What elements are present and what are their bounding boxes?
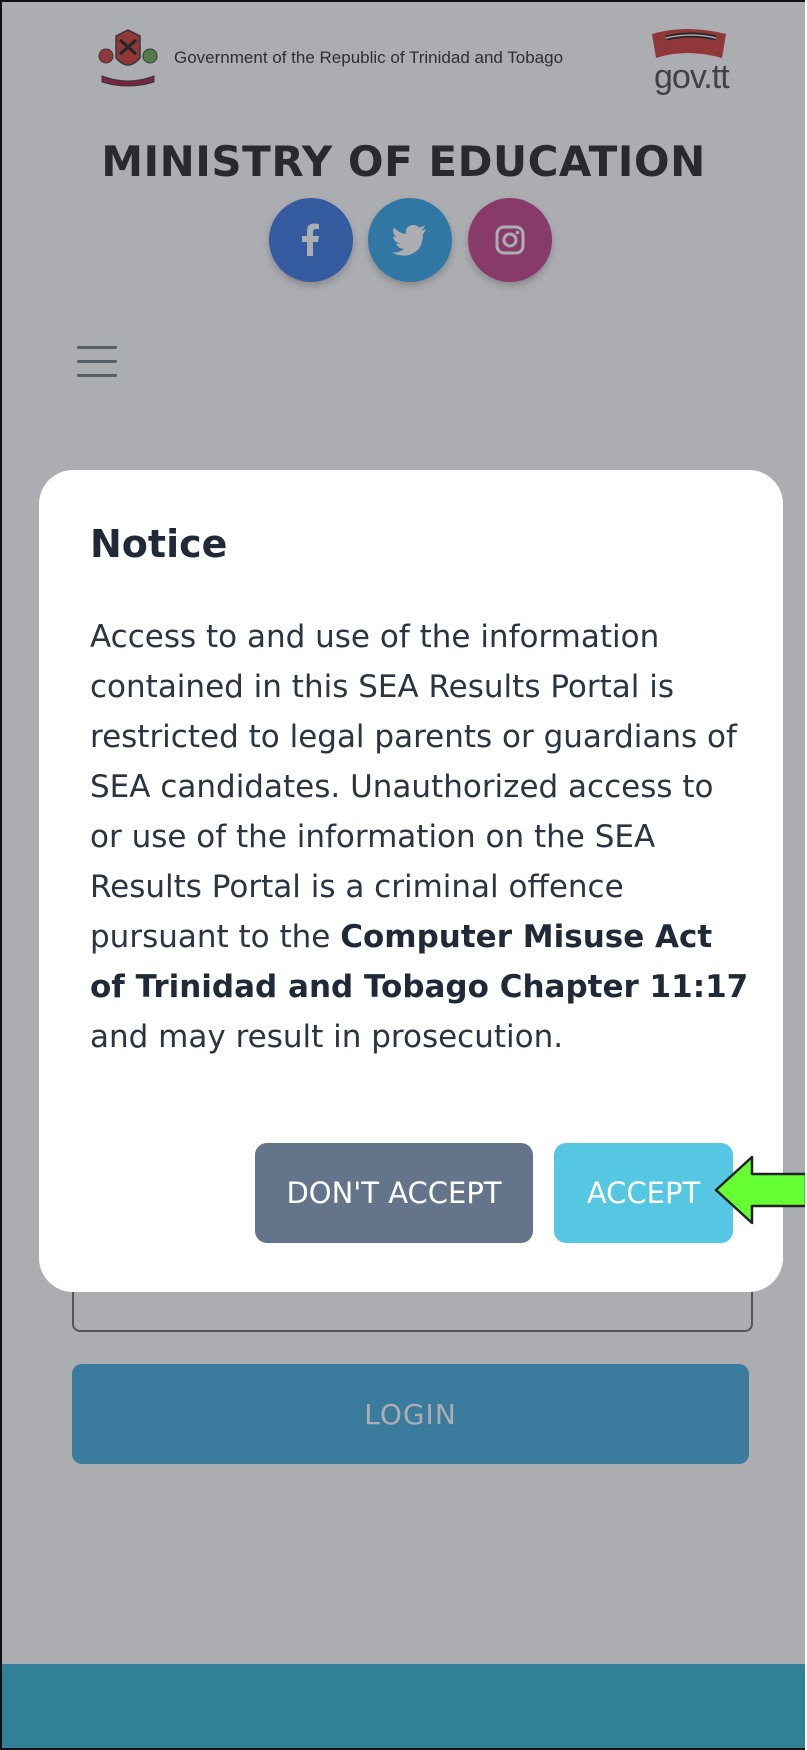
notice-text: Access to and use of the information con… — [90, 619, 737, 955]
dialog-body: Access to and use of the information con… — [90, 612, 750, 1062]
pointer-arrow-icon — [714, 1155, 805, 1225]
notice-text-end: and may result in prosecution. — [90, 1019, 564, 1055]
dont-accept-button[interactable]: DON'T ACCEPT — [255, 1143, 533, 1243]
dialog-title: Notice — [90, 522, 228, 566]
app-frame: Government of the Republic of Trinidad a… — [0, 0, 805, 1750]
accept-button[interactable]: ACCEPT — [554, 1143, 733, 1243]
